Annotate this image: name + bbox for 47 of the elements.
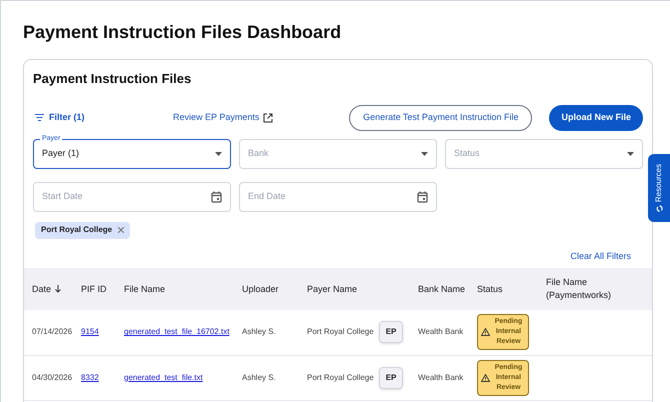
resources-label: Resources [653,164,664,202]
bank-name-text: Wealth Bank [418,372,464,382]
close-icon[interactable] [118,227,124,233]
payer-name-text: Port Royal College [307,372,374,382]
field-placeholder: Bank [248,146,269,160]
dropdown-caret-icon [627,152,634,156]
column-header[interactable]: File Name (Paymentworks) [546,268,652,310]
column-header[interactable]: Payer Name [307,268,418,310]
column-header[interactable]: File Name [124,268,242,310]
payer-tag[interactable]: EP [378,321,404,344]
review-payments-link[interactable]: Review EP Payments [173,110,274,124]
uploader-text: Ashley S. [242,372,276,382]
filter-button[interactable]: Filter (1) [33,110,163,124]
uploader-text: Ashley S. [242,327,276,336]
resources-tab[interactable]: Resources [648,154,670,222]
calendar-icon [417,190,428,202]
date-text: 07/14/2026 [32,327,72,336]
filter-icon [35,114,44,121]
warning-icon [481,328,490,336]
field-placeholder: Status [454,146,480,160]
card-title: Payment Instruction Files [33,70,192,88]
pif-id-link[interactable]: 9154 [81,327,99,336]
external-link-icon [263,112,274,122]
page-title: Payment Instruction Files Dashboard [23,21,342,44]
column-header[interactable]: Date [24,268,81,310]
filter-chip[interactable]: Port Royal College [35,222,130,238]
file-name-link[interactable]: generated_test_file.txt [124,372,203,382]
column-header[interactable]: Bank Name [418,268,477,310]
column-header[interactable]: Uploader [242,268,307,310]
pif-id-link[interactable]: 8332 [81,372,99,382]
payer-tag[interactable]: EP [378,366,404,388]
field-value: Payer (1) [42,146,80,160]
sort-arrow-icon [55,285,62,294]
sync-icon [656,205,662,212]
column-header[interactable]: PIF ID [81,268,124,310]
dropdown-caret-icon [215,152,222,156]
file-name-link[interactable]: generated_test_file_16702.txt [124,327,230,336]
upload-file-button[interactable]: Upload New File [549,104,643,130]
bank-name-text: Wealth Bank [418,327,464,336]
generate-test-file-button[interactable]: Generate Test Payment Instruction File [349,104,532,130]
date-text: 04/30/2026 [32,372,72,382]
column-header[interactable]: Status [477,268,546,310]
clear-filters-link[interactable]: Clear All Filters [570,250,631,263]
warning-icon [481,374,490,382]
payer-name-text: Port Royal College [307,327,374,336]
calendar-icon [211,190,222,202]
dropdown-caret-icon [421,152,428,156]
